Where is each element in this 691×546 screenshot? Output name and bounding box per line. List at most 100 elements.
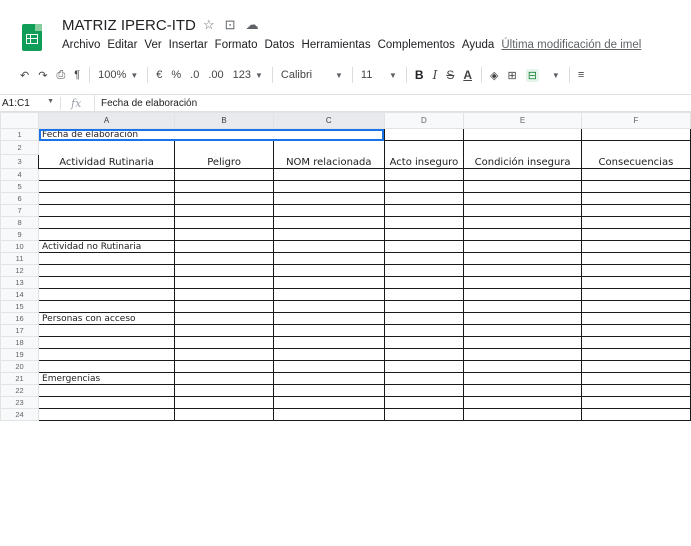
header-cell[interactable]: NOM relacionada: [273, 140, 385, 169]
header-cell[interactable]: Acto inseguro: [383, 140, 465, 169]
table-cell[interactable]: [38, 396, 176, 409]
table-cell[interactable]: [580, 372, 691, 385]
menu-formato[interactable]: Formato: [215, 39, 258, 51]
row-header[interactable]: 10: [0, 240, 40, 253]
table-cell[interactable]: [174, 348, 275, 361]
table-cell[interactable]: [580, 360, 691, 373]
table-cell[interactable]: [463, 228, 582, 241]
table-cell[interactable]: [580, 276, 691, 289]
sheets-logo-icon[interactable]: [22, 24, 42, 51]
table-cell[interactable]: [383, 252, 465, 265]
table-cell[interactable]: [38, 324, 176, 337]
table-cell[interactable]: [580, 192, 691, 205]
menu-complementos[interactable]: Complementos: [378, 39, 455, 51]
table-cell[interactable]: [273, 168, 385, 181]
table-cell[interactable]: [174, 180, 275, 193]
merge-cells-icon[interactable]: ⊟: [525, 68, 539, 82]
table-cell[interactable]: [383, 324, 465, 337]
zoom-select[interactable]: 100% ▼: [98, 69, 138, 81]
table-cell[interactable]: [174, 324, 275, 337]
table-cell[interactable]: [174, 240, 275, 253]
menu-editar[interactable]: Editar: [107, 39, 137, 51]
table-cell[interactable]: [383, 240, 465, 253]
table-cell[interactable]: [38, 168, 176, 181]
table-cell[interactable]: [273, 312, 385, 325]
column-header-a[interactable]: A: [38, 112, 176, 129]
table-cell[interactable]: [174, 312, 275, 325]
paint-format-icon[interactable]: ¶: [74, 69, 80, 81]
table-cell[interactable]: [463, 300, 582, 313]
header-cell[interactable]: Peligro: [174, 140, 275, 169]
table-cell[interactable]: [174, 300, 275, 313]
table-cell[interactable]: [580, 288, 691, 301]
table-cell[interactable]: [383, 348, 465, 361]
redo-icon[interactable]: ↷: [38, 69, 47, 82]
merge-options-chevron-icon[interactable]: ▼: [548, 71, 560, 80]
row-header[interactable]: 8: [0, 216, 40, 229]
table-cell[interactable]: [174, 288, 275, 301]
table-cell[interactable]: [38, 228, 176, 241]
table-cell[interactable]: [383, 384, 465, 397]
table-cell[interactable]: [383, 180, 465, 193]
table-cell[interactable]: [174, 384, 275, 397]
horizontal-align-icon[interactable]: ≡: [578, 69, 584, 81]
row-header[interactable]: 24: [0, 408, 40, 421]
table-cell[interactable]: [38, 204, 176, 217]
row-header[interactable]: 13: [0, 276, 40, 289]
header-cell[interactable]: Consecuencias: [580, 140, 691, 169]
text-color-button[interactable]: A: [463, 68, 472, 82]
table-cell[interactable]: [580, 180, 691, 193]
table-cell[interactable]: [273, 300, 385, 313]
table-cell[interactable]: [463, 324, 582, 337]
cell-merged-a1-c1[interactable]: Fecha de elaboración: [38, 128, 385, 141]
table-cell[interactable]: [580, 396, 691, 409]
table-cell[interactable]: [383, 300, 465, 313]
currency-format-button[interactable]: €: [156, 69, 162, 81]
table-cell[interactable]: [273, 288, 385, 301]
last-edit-link[interactable]: Última modificación de imel: [501, 39, 641, 51]
table-cell[interactable]: [273, 180, 385, 193]
table-cell[interactable]: [580, 408, 691, 421]
table-cell[interactable]: [174, 204, 275, 217]
row-header[interactable]: 14: [0, 288, 40, 301]
table-cell[interactable]: [38, 264, 176, 277]
table-cell[interactable]: [383, 312, 465, 325]
row-header[interactable]: 20: [0, 360, 40, 373]
row-header[interactable]: 5: [0, 180, 40, 193]
table-cell[interactable]: [273, 276, 385, 289]
table-cell[interactable]: [38, 252, 176, 265]
increase-decimals-button[interactable]: .00: [208, 69, 223, 81]
menu-herramientas[interactable]: Herramientas: [302, 39, 371, 51]
table-cell[interactable]: [463, 192, 582, 205]
row-header[interactable]: 2: [0, 140, 40, 155]
table-cell[interactable]: [38, 408, 176, 421]
table-cell[interactable]: [273, 372, 385, 385]
table-cell[interactable]: [580, 384, 691, 397]
table-cell[interactable]: [383, 336, 465, 349]
table-cell[interactable]: [580, 324, 691, 337]
more-formats-select[interactable]: 123 ▼: [233, 69, 263, 81]
row-header[interactable]: 4: [0, 168, 40, 181]
menu-archivo[interactable]: Archivo: [62, 39, 100, 51]
table-cell[interactable]: [174, 372, 275, 385]
menu-ayuda[interactable]: Ayuda: [462, 39, 494, 51]
table-cell[interactable]: [463, 372, 582, 385]
menu-datos[interactable]: Datos: [265, 39, 295, 51]
table-cell[interactable]: [38, 180, 176, 193]
table-cell[interactable]: [38, 192, 176, 205]
row-header[interactable]: 1: [0, 128, 40, 141]
table-cell[interactable]: [580, 168, 691, 181]
table-cell[interactable]: [38, 360, 176, 373]
undo-icon[interactable]: ↶: [20, 69, 29, 82]
table-cell[interactable]: [38, 384, 176, 397]
table-cell[interactable]: [174, 216, 275, 229]
table-cell[interactable]: [383, 360, 465, 373]
table-cell[interactable]: [463, 252, 582, 265]
italic-button[interactable]: I: [433, 68, 438, 82]
table-cell[interactable]: [174, 168, 275, 181]
table-cell[interactable]: [38, 276, 176, 289]
table-cell[interactable]: Personas con acceso: [38, 312, 176, 325]
star-icon[interactable]: ☆: [203, 17, 215, 33]
table-cell[interactable]: [273, 348, 385, 361]
table-cell[interactable]: [463, 204, 582, 217]
